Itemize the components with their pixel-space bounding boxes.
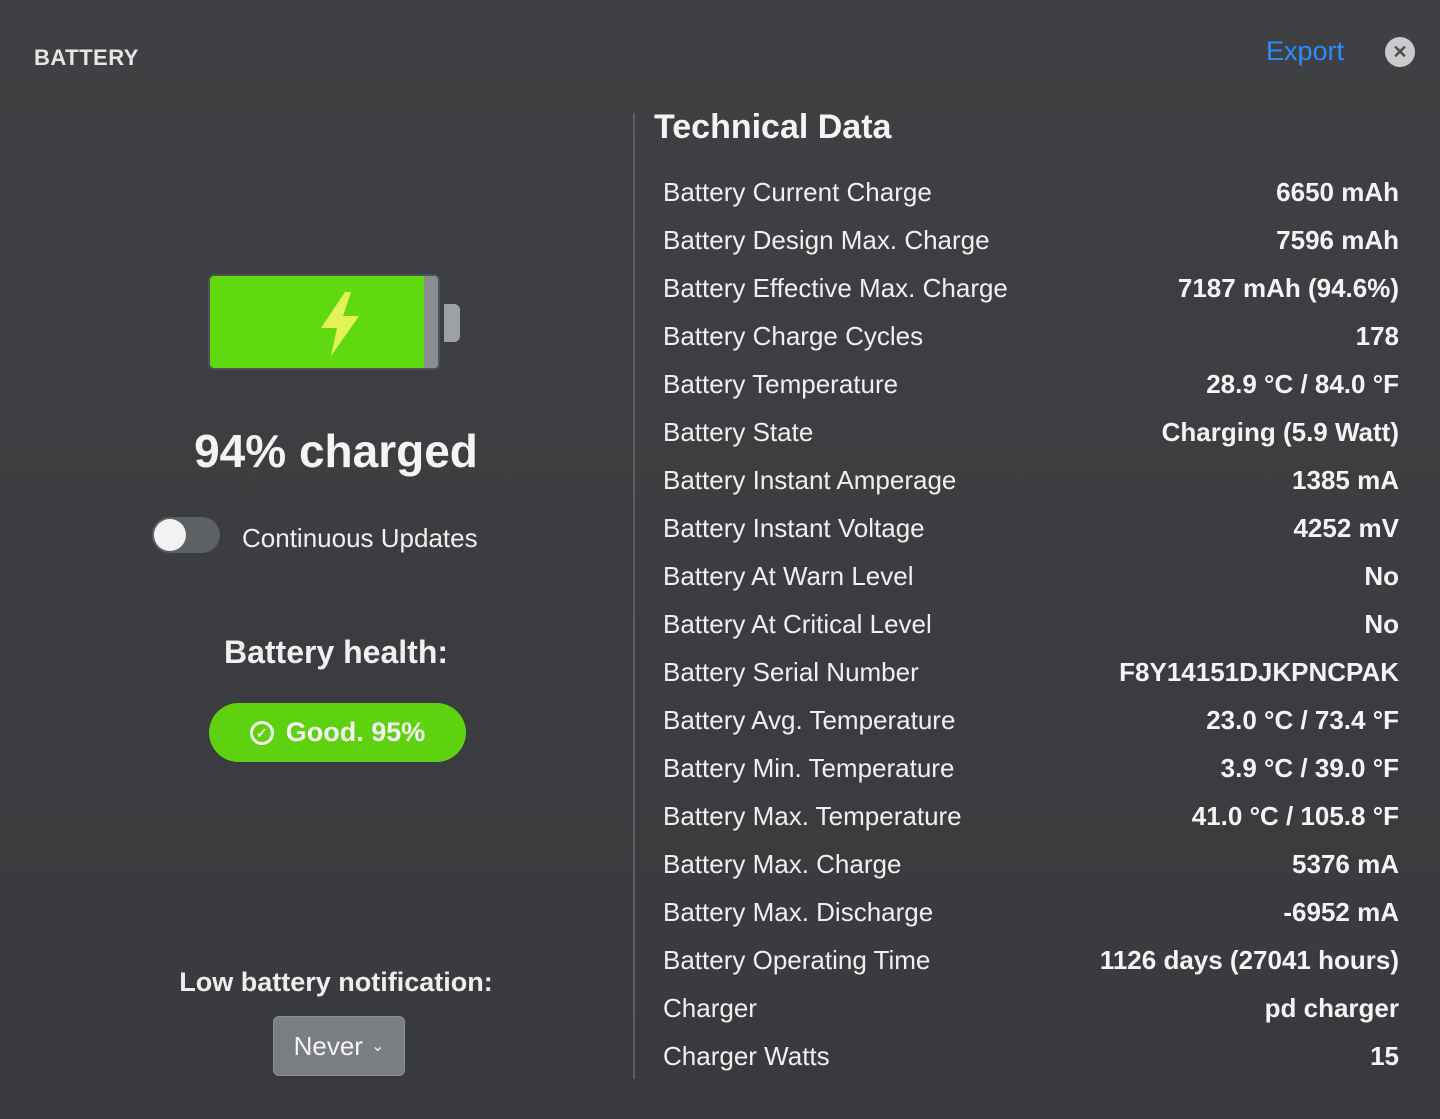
tech-row-label: Battery At Critical Level: [663, 608, 932, 639]
charge-percentage-label: 94% charged: [194, 425, 478, 477]
battery-level-fill: [208, 274, 440, 370]
tech-row: Battery Max. Discharge -6952 mA: [663, 888, 1399, 936]
close-icon[interactable]: ✕: [1385, 37, 1415, 67]
export-button[interactable]: Export: [1266, 36, 1344, 67]
tech-row-value: 1126 days (27041 hours): [1099, 944, 1399, 975]
tech-row-value: 7596 mAh: [1276, 224, 1399, 255]
tech-row-label: Battery Avg. Temperature: [663, 704, 956, 735]
select-value: Never: [293, 1030, 363, 1061]
tech-row-label: Battery Max. Charge: [663, 848, 902, 879]
chevron-down-icon: ⌄: [370, 1038, 385, 1055]
tech-row: Battery State Charging (5.9 Watt): [663, 408, 1399, 456]
battery-health-label: Battery health:: [223, 634, 449, 670]
tech-row-label: Battery Min. Temperature: [663, 752, 955, 783]
tech-row: Battery Charge Cycles 178: [663, 312, 1399, 360]
tech-row-label: Battery Max. Temperature: [663, 800, 962, 831]
tech-row-label: Battery Temperature: [663, 368, 899, 399]
tech-row-value: F8Y14151DJKPNCPAK: [1119, 656, 1399, 687]
tech-row: Battery At Critical Level No: [663, 600, 1399, 648]
tech-row: Battery Instant Voltage 4252 mV: [663, 504, 1399, 552]
tech-row-value: No: [1364, 608, 1399, 639]
tech-row: Battery Current Charge 6650 mAh: [663, 168, 1399, 216]
tech-row-label: Battery State: [663, 416, 814, 447]
technical-data-title: Technical Data: [654, 108, 892, 146]
tech-row-label: Battery Instant Amperage: [663, 464, 957, 495]
tech-row-label: Charger Watts: [663, 1040, 830, 1071]
tech-row-value: 28.9 °C / 84.0 °F: [1206, 368, 1399, 399]
tech-row: Battery Min. Temperature 3.9 °C / 39.0 °F: [663, 744, 1399, 792]
tech-row-value: 5376 mA: [1292, 848, 1399, 879]
tech-row-value: 7187 mAh (94.6%): [1177, 272, 1399, 303]
tech-row-value: 1385 mA: [1292, 464, 1399, 495]
technical-data-list: Battery Current Charge 6650 mAh Battery De…: [663, 168, 1399, 1080]
tech-row: Battery Serial Number F8Y14151DJKPNCPAK: [663, 648, 1399, 696]
tech-row: Battery Effective Max. Charge 7187 mAh (9…: [663, 264, 1399, 312]
tech-row: Battery Instant Amperage 1385 mA: [663, 456, 1399, 504]
tech-row-value: 4252 mV: [1293, 512, 1399, 543]
low-battery-notification-select[interactable]: Never ⌄: [273, 1016, 405, 1076]
tech-row: Battery Operating Time 1126 days (27041 h…: [663, 936, 1399, 984]
tech-row-value: No: [1364, 560, 1399, 591]
toggle-knob: [154, 519, 186, 551]
tech-row-label: Battery Design Max. Charge: [663, 224, 990, 255]
tech-row: Battery Max. Temperature 41.0 °C / 105.8 …: [663, 792, 1399, 840]
tech-row-value: 3.9 °C / 39.0 °F: [1220, 752, 1399, 783]
tech-row-label: Battery Charge Cycles: [663, 320, 924, 351]
tech-row-label: Battery Current Charge: [663, 176, 932, 207]
tech-row-label: Battery Max. Discharge: [663, 896, 934, 927]
tech-row-label: Battery Instant Voltage: [663, 512, 925, 543]
battery-icon: [208, 274, 463, 372]
battery-health-value: Good. 95%: [285, 717, 426, 747]
tech-row: Charger Watts 15: [663, 1032, 1399, 1080]
tech-row: Battery Max. Charge 5376 mA: [663, 840, 1399, 888]
tech-row-value: 178: [1355, 320, 1399, 351]
tech-row: Battery Temperature 28.9 °C / 84.0 °F: [663, 360, 1399, 408]
tech-row-value: 15: [1370, 1040, 1399, 1071]
tech-row-label: Battery Serial Number: [663, 656, 919, 687]
window-title: BATTERY: [34, 45, 139, 70]
battery-panel: BATTERY Export ✕ 94% charged Continuous …: [0, 0, 1440, 1119]
tech-row-value: -6952 mA: [1283, 896, 1399, 927]
check-circle-icon: ✓: [249, 720, 274, 745]
battery-tip: [444, 304, 460, 342]
tech-row-value: 6650 mAh: [1276, 176, 1399, 207]
tech-row-label: Battery Operating Time: [663, 944, 931, 975]
tech-row: Battery At Warn Level No: [663, 552, 1399, 600]
tech-row: Charger pd charger: [663, 984, 1399, 1032]
column-divider: [633, 113, 635, 1079]
continuous-updates-toggle[interactable]: [152, 517, 220, 553]
tech-row-value: pd charger: [1264, 992, 1399, 1023]
tech-row-value: 23.0 °C / 73.4 °F: [1206, 704, 1399, 735]
battery-health-badge: ✓ Good. 95%: [209, 703, 466, 762]
continuous-updates-label: Continuous Updates: [242, 523, 478, 553]
charging-bolt-icon: [321, 292, 359, 356]
tech-row-label: Charger: [663, 992, 757, 1023]
tech-row-value: Charging (5.9 Watt): [1161, 416, 1399, 447]
tech-row-label: Battery Effective Max. Charge: [663, 272, 1008, 303]
tech-row: Battery Design Max. Charge 7596 mAh: [663, 216, 1399, 264]
low-battery-notification-label: Low battery notification:: [179, 967, 493, 997]
tech-row-label: Battery At Warn Level: [663, 560, 914, 591]
tech-row: Battery Avg. Temperature 23.0 °C / 73.4 °…: [663, 696, 1399, 744]
tech-row-value: 41.0 °C / 105.8 °F: [1191, 800, 1399, 831]
